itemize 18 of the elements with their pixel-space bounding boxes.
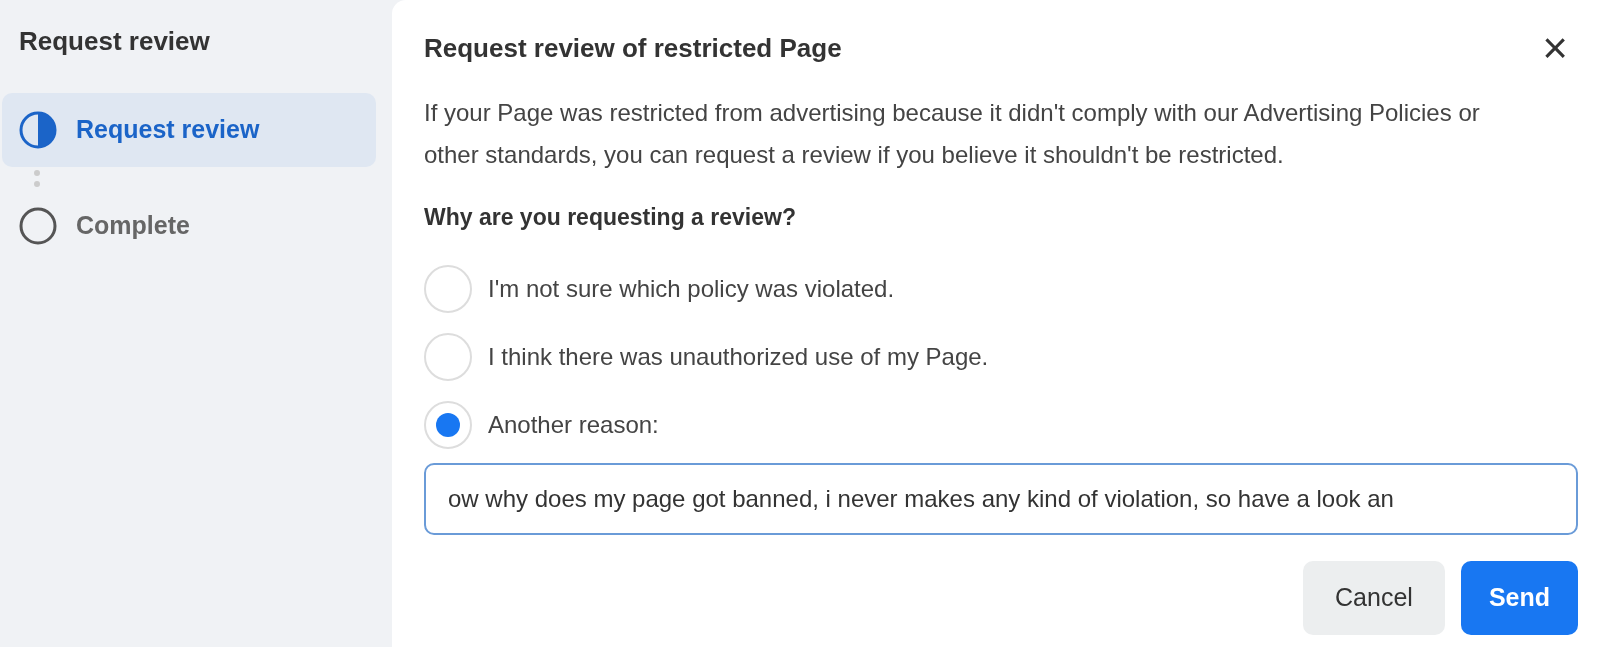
step-item[interactable]: Request review	[2, 93, 376, 167]
close-button[interactable]: ×	[1532, 26, 1578, 70]
option-label: I think there was unauthorized use of my Page.	[488, 341, 989, 372]
sidebar-title: Request review	[19, 25, 211, 58]
radio-button[interactable]	[424, 264, 472, 313]
half-filled-circle-icon	[18, 110, 58, 150]
step-item[interactable]: Complete	[2, 189, 376, 263]
description-text: If your Page was restricted from advertising because it didn't comply with our Advertising Policies or other standards, you can request a review if you believe it shouldn't be restricted.	[424, 98, 1481, 170]
radio-button[interactable]	[424, 332, 472, 381]
dialog-title: Request review of restricted Page	[424, 31, 842, 65]
empty-circle-icon	[18, 206, 58, 246]
question-label: Why are you requesting a review?	[424, 203, 797, 232]
reason-input-field[interactable]: ow why does my page got banned, i never makes any kind of violation, so have a look an	[424, 462, 1578, 535]
radio-button[interactable]	[424, 400, 472, 449]
send-button[interactable]: Send	[1460, 560, 1578, 635]
option-label: Another reason:	[488, 409, 659, 440]
cancel-button[interactable]: Cancel	[1303, 560, 1445, 635]
option-label: I'm not sure which policy was violated.	[488, 273, 895, 304]
